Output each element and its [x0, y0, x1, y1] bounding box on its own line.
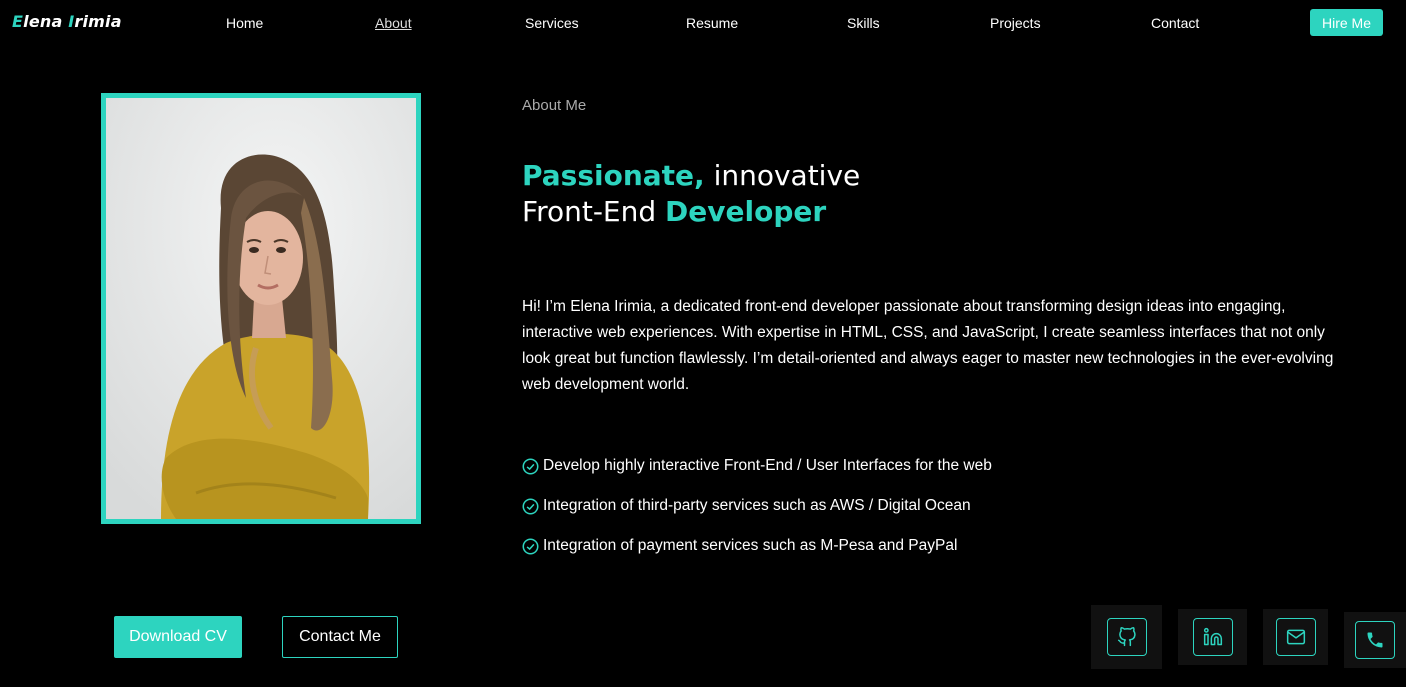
section-label: About Me — [522, 97, 587, 114]
intro-paragraph: Hi! I’m Elena Irimia, a dedicated front-… — [522, 298, 1334, 393]
check-circle-icon — [522, 458, 539, 474]
social-github[interactable] — [1091, 605, 1162, 669]
nav-skills[interactable]: Skills — [847, 15, 880, 31]
feature-item: Develop highly interactive Front-End / U… — [522, 446, 992, 486]
feature-item: Integration of payment services such as … — [522, 526, 992, 566]
nav-services[interactable]: Services — [525, 15, 579, 31]
contact-me-button[interactable]: Contact Me — [282, 616, 398, 658]
feature-text: Integration of third-party services such… — [543, 497, 971, 514]
feature-list: Develop highly interactive Front-End / U… — [522, 446, 992, 566]
logo-last-rest: rimia — [74, 12, 122, 31]
social-email[interactable] — [1263, 609, 1328, 665]
logo[interactable]: Elena Irimia — [12, 12, 122, 31]
mail-icon[interactable] — [1275, 618, 1316, 656]
nav-resume[interactable]: Resume — [686, 15, 738, 31]
feature-item: Integration of third-party services such… — [522, 486, 992, 526]
hire-me-button[interactable]: Hire Me — [1310, 9, 1383, 36]
logo-first-rest: lena — [23, 12, 63, 31]
top-nav: Elena Irimia Home About Services Resume … — [0, 0, 1406, 46]
nav-home[interactable]: Home — [226, 15, 263, 31]
feature-text: Develop highly interactive Front-End / U… — [543, 457, 992, 474]
logo-initial-first: E — [12, 12, 24, 31]
linkedin-icon[interactable] — [1192, 618, 1233, 656]
headline-accent-2: Developer — [665, 195, 827, 228]
nav-contact[interactable]: Contact — [1151, 15, 1199, 31]
check-circle-icon — [522, 498, 539, 514]
social-phone[interactable] — [1344, 612, 1406, 668]
check-circle-icon — [522, 538, 539, 554]
portrait-illustration — [106, 98, 416, 519]
headline: Passionate, innovative Front-End Develop… — [522, 158, 860, 230]
nav-projects[interactable]: Projects — [990, 15, 1041, 31]
headline-plain-1: innovative — [704, 159, 861, 192]
phone-icon[interactable] — [1355, 621, 1395, 659]
download-cv-button[interactable]: Download CV — [114, 616, 242, 658]
github-icon[interactable] — [1106, 618, 1147, 656]
nav-about[interactable]: About — [375, 15, 412, 31]
social-linkedin[interactable] — [1178, 609, 1247, 665]
feature-text: Integration of payment services such as … — [543, 537, 958, 554]
headline-plain-2: Front-End — [522, 195, 666, 228]
headline-accent-1: Passionate, — [522, 159, 705, 192]
profile-photo — [101, 93, 421, 524]
